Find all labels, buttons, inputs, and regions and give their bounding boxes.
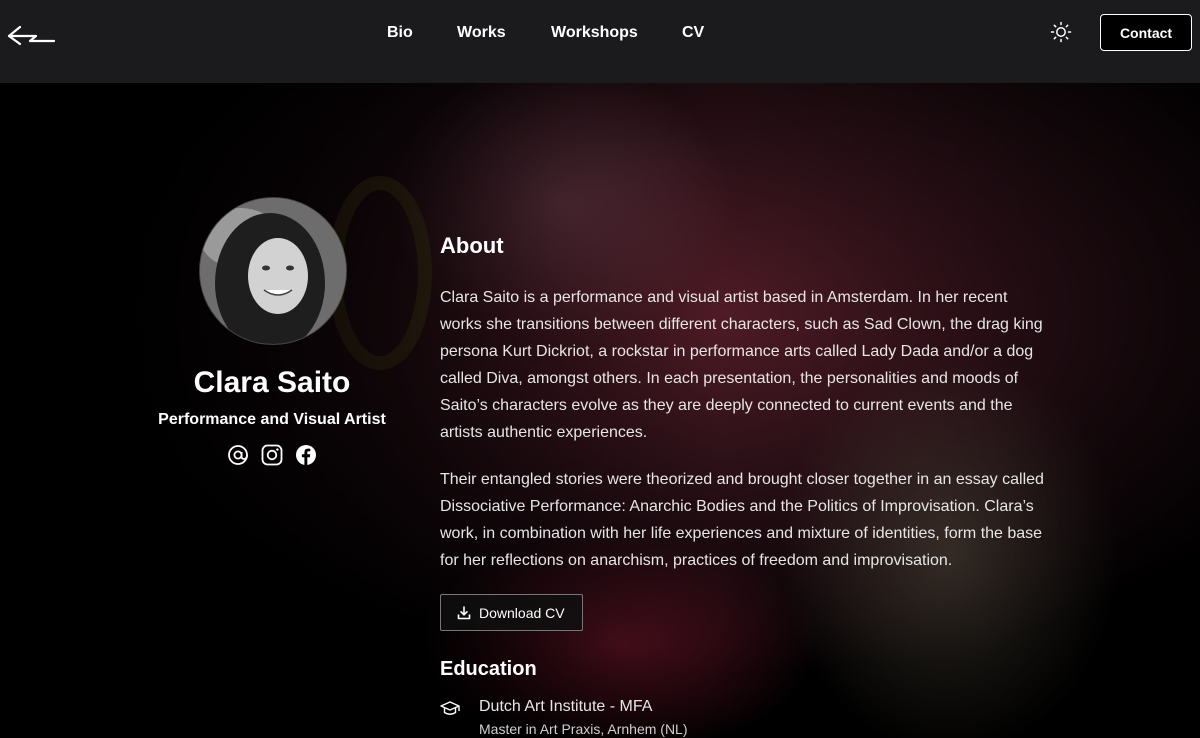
facebook-icon[interactable] bbox=[294, 443, 318, 467]
profile-name: Clara Saito bbox=[193, 366, 351, 399]
about-line: Clara Saito is a performance and visual … bbox=[440, 289, 1008, 306]
education-title: Education bbox=[440, 658, 537, 680]
nav-link-cv[interactable]: CV bbox=[682, 22, 704, 44]
about-line: for her reflections on anarchism, practi… bbox=[440, 552, 953, 569]
about-line: artists authentic experiences. bbox=[440, 424, 648, 441]
avatar bbox=[200, 198, 346, 344]
contact-button[interactable]: Contact bbox=[1100, 14, 1192, 51]
nav-link-bio[interactable]: Bio bbox=[387, 22, 413, 44]
profile-role: Performance and Visual Artist bbox=[158, 411, 386, 428]
avatar-photo bbox=[200, 198, 346, 344]
about-line: Saito’s characters evolve as they are de… bbox=[440, 397, 1013, 414]
download-cv-button[interactable]: Download CV bbox=[440, 594, 583, 631]
about-line: called Diva, amongst others. In each pre… bbox=[440, 370, 1019, 387]
about-line: Dissociative Performance: Anarchic Bodie… bbox=[440, 498, 1034, 515]
education-item-title: Dutch Art Institute - MFA bbox=[479, 698, 653, 715]
graduation-cap-icon bbox=[440, 701, 460, 715]
about-line: persona Kurt Dickriot, a rockstar in per… bbox=[440, 343, 1034, 360]
about-line: works she transitions between different … bbox=[440, 316, 1043, 333]
email-at-icon[interactable] bbox=[226, 443, 250, 467]
nav-link-workshops[interactable]: Workshops bbox=[551, 22, 638, 44]
instagram-icon[interactable] bbox=[260, 443, 284, 467]
nav-link-works[interactable]: Works bbox=[457, 22, 506, 44]
about-line: work, in combination with her life exper… bbox=[440, 525, 1043, 542]
main-nav: Bio Works Workshops CV bbox=[0, 22, 1200, 44]
download-icon bbox=[457, 606, 471, 620]
download-cv-label: Download CV bbox=[479, 604, 565, 621]
sun-icon[interactable] bbox=[1050, 21, 1072, 43]
social-links bbox=[226, 443, 318, 467]
about-title: About bbox=[440, 233, 504, 258]
education-item-subtitle: Master in Art Praxis, Arnhem (NL) bbox=[479, 721, 688, 737]
about-line: Their entangled stories were theorized a… bbox=[440, 471, 1044, 488]
about-paragraph-2: Their entangled stories were theorized a… bbox=[440, 466, 1080, 574]
about-paragraph-1: Clara Saito is a performance and visual … bbox=[440, 284, 1080, 446]
site-header: Bio Works Workshops CV Contact bbox=[0, 0, 1200, 83]
